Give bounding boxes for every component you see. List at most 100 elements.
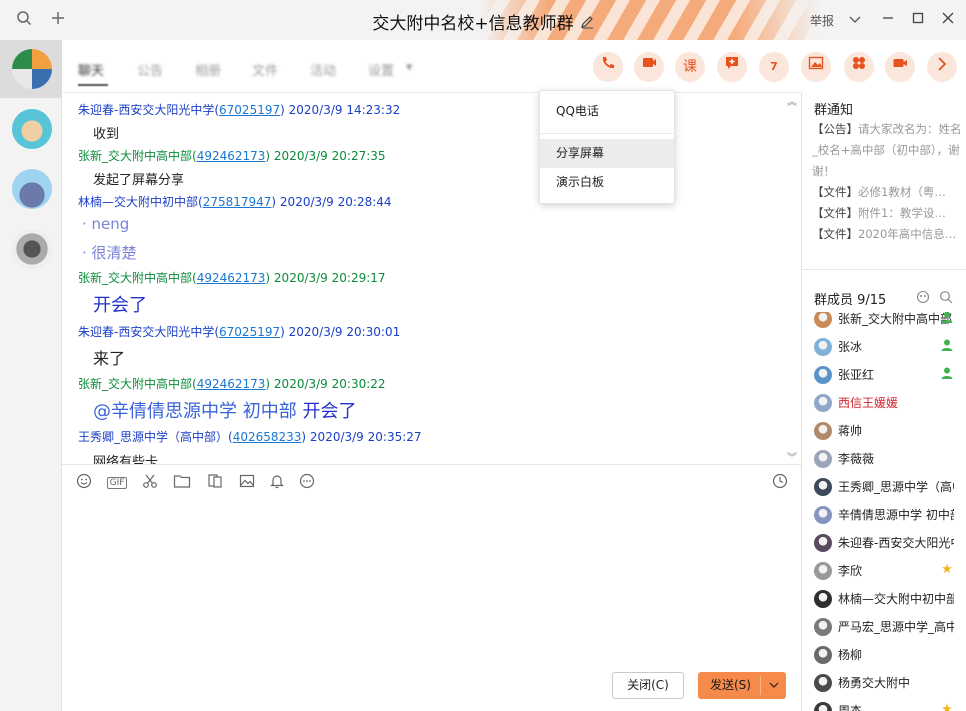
notice-title: 群通知 <box>814 103 854 118</box>
sender-account-link[interactable]: 275817947 <box>203 195 272 209</box>
menu-item-share-screen[interactable]: 分享屏幕 <box>540 139 674 168</box>
sender-account-link[interactable]: 402658233 <box>233 430 302 444</box>
sender-name[interactable]: 张新_交大附中高中部 <box>78 377 192 391</box>
screen-share-icon[interactable] <box>634 52 664 82</box>
sender-account-link[interactable]: 492462173 <box>197 149 266 163</box>
emoji-icon[interactable] <box>74 473 94 493</box>
more-icon[interactable] <box>927 52 957 82</box>
scissors-icon[interactable] <box>140 473 160 493</box>
member-row[interactable]: 李薇薇 <box>802 444 966 472</box>
member-avatar <box>814 478 832 496</box>
member-avatar <box>814 312 832 328</box>
close-window-button[interactable] <box>938 10 958 30</box>
member-row[interactable]: 王秀卿_思源中学（高中部） <box>802 472 966 500</box>
bell-icon[interactable] <box>267 473 287 493</box>
member-name: 杨勇交大附中 <box>838 676 911 690</box>
chevron-down-icon[interactable] <box>845 10 865 30</box>
member-row[interactable]: 蒋帅 <box>802 416 966 444</box>
edit-name-icon[interactable] <box>580 15 594 33</box>
tab-chat[interactable]: 聊天 <box>78 60 104 79</box>
file-item[interactable]: 【文件】必修1教材（粤… <box>812 182 962 203</box>
file-item[interactable]: 【文件】附件1：教学设… <box>812 203 962 224</box>
sender-name[interactable]: 张新_交大附中高中部 <box>78 271 192 285</box>
phone-icon[interactable] <box>593 52 623 82</box>
more-dots-icon[interactable] <box>297 473 317 493</box>
member-avatar <box>814 702 832 711</box>
discussion-icon[interactable] <box>717 52 747 82</box>
sidebar-item-handshake[interactable] <box>0 100 62 158</box>
mention-link[interactable]: @辛倩倩思源中学 初中部 <box>93 401 297 422</box>
sender-name[interactable]: 王秀卿_思源中学（高中部） <box>78 430 228 444</box>
sender-account-link[interactable]: 67025197 <box>219 325 280 339</box>
sender-name[interactable]: 朱迎春-西安交大阳光中学 <box>78 325 214 339</box>
message-line: 开会了 <box>302 401 357 422</box>
sidebar-item-totoro[interactable] <box>0 160 62 218</box>
sender-name[interactable]: 朱迎春-西安交大阳光中学 <box>78 103 214 117</box>
message-text: @辛倩倩思源中学 初中部 开会了 <box>93 397 356 423</box>
member-row[interactable]: 严马宏_思源中学_高中部 <box>802 612 966 640</box>
members-manage-icon[interactable] <box>915 290 931 306</box>
file-tag: 【文件】 <box>812 227 858 241</box>
send-button[interactable]: 发送(S) <box>698 672 786 699</box>
image-icon[interactable] <box>237 473 257 493</box>
member-row[interactable]: 张亚红 <box>802 360 966 388</box>
tab-announcement[interactable]: 公告 <box>137 60 163 79</box>
member-row[interactable]: 辛倩倩思源中学 初中部 <box>802 500 966 528</box>
sidebar-item-heart[interactable] <box>0 220 62 278</box>
member-search-icon[interactable] <box>938 290 954 306</box>
message-header: 王秀卿_思源中学（高中部）(402658233) 2020/3/9 20:35:… <box>78 430 422 444</box>
sender-account-link[interactable]: 492462173 <box>197 271 266 285</box>
sender-name[interactable]: 林楠—交大附中初中部 <box>78 195 198 209</box>
folder-icon[interactable] <box>172 473 192 493</box>
member-row[interactable]: 朱迎春-西安交大阳光中学 <box>802 528 966 556</box>
gif-label: GIF <box>106 477 128 489</box>
send-options-chevron-icon[interactable] <box>762 672 786 699</box>
member-row[interactable]: 张新_交大附中高中部 <box>802 312 966 332</box>
sender-account-link[interactable]: 67025197 <box>219 103 280 117</box>
collapse-chevron-icon[interactable]: ︽ <box>787 93 797 108</box>
minimize-button[interactable] <box>878 10 898 30</box>
member-list[interactable]: 张新_交大附中高中部张冰张亚红西信王媛媛蒋帅李薇薇王秀卿_思源中学（高中部） 辛倩… <box>802 312 966 711</box>
message-text: 开会了 <box>93 295 147 316</box>
member-row[interactable]: 西信王媛媛 <box>802 388 966 416</box>
picture-icon[interactable] <box>801 52 831 82</box>
tab-underline <box>78 84 108 86</box>
member-row[interactable]: 周杰 ★ <box>802 696 966 711</box>
member-avatar <box>814 534 832 552</box>
sidebar-item-group-chat[interactable] <box>0 40 62 98</box>
message-input-area[interactable]: GIF 关闭(C) 发送(S) <box>62 464 801 711</box>
tab-settings[interactable]: 设置 <box>368 60 394 79</box>
menu-item-whiteboard[interactable]: 演示白板 <box>540 168 674 197</box>
message-list[interactable]: 朱迎春-西安交大阳光中学(67025197) 2020/3/9 14:23:32… <box>62 92 801 464</box>
file-item[interactable]: 【文件】2020年高中信息… <box>812 224 962 245</box>
member-row[interactable]: 杨勇交大附中 <box>802 668 966 696</box>
history-clock-icon[interactable] <box>770 473 790 493</box>
document-icon[interactable] <box>205 473 225 493</box>
member-row[interactable]: 杨柳 <box>802 640 966 668</box>
chat-toolbar: 聊天 公告 相册 文件 活动 设置 ▾ 课 7 <box>62 40 966 92</box>
member-avatar <box>814 338 832 356</box>
message-time: 2020/3/9 20:29:17 <box>273 271 386 285</box>
report-button[interactable]: 举报 <box>810 12 834 29</box>
tab-activity[interactable]: 活动 <box>310 60 336 79</box>
tab-settings-chevron-icon[interactable]: ▾ <box>406 60 413 75</box>
maximize-button[interactable] <box>908 10 928 30</box>
member-row[interactable]: 李欣 ★ <box>802 556 966 584</box>
video-icon[interactable] <box>885 52 915 82</box>
member-row[interactable]: 张冰 <box>802 332 966 360</box>
announcement-item[interactable]: 【公告】请大家改名为：姓名_校名+高中部（初中部），谢谢！ <box>812 119 962 182</box>
menu-item-qq-call[interactable]: QQ电话 <box>540 97 674 126</box>
lesson-icon[interactable]: 课 <box>675 52 705 82</box>
gif-icon[interactable]: GIF <box>104 473 130 493</box>
tab-album[interactable]: 相册 <box>195 60 221 79</box>
sender-account-link[interactable]: 492462173 <box>197 377 266 391</box>
tab-files[interactable]: 文件 <box>252 60 278 79</box>
apps-icon[interactable] <box>844 52 874 82</box>
member-row[interactable]: 林楠—交大附中初中部 <box>802 584 966 612</box>
sender-name[interactable]: 张新_交大附中高中部 <box>78 149 192 163</box>
member-name: 辛倩倩思源中学 初中部 <box>838 508 954 522</box>
calendar-icon[interactable]: 7 <box>759 52 789 82</box>
close-button[interactable]: 关闭(C) <box>612 672 684 699</box>
expand-chevron-icon[interactable]: ︾ <box>787 449 797 464</box>
member-avatar <box>814 506 832 524</box>
